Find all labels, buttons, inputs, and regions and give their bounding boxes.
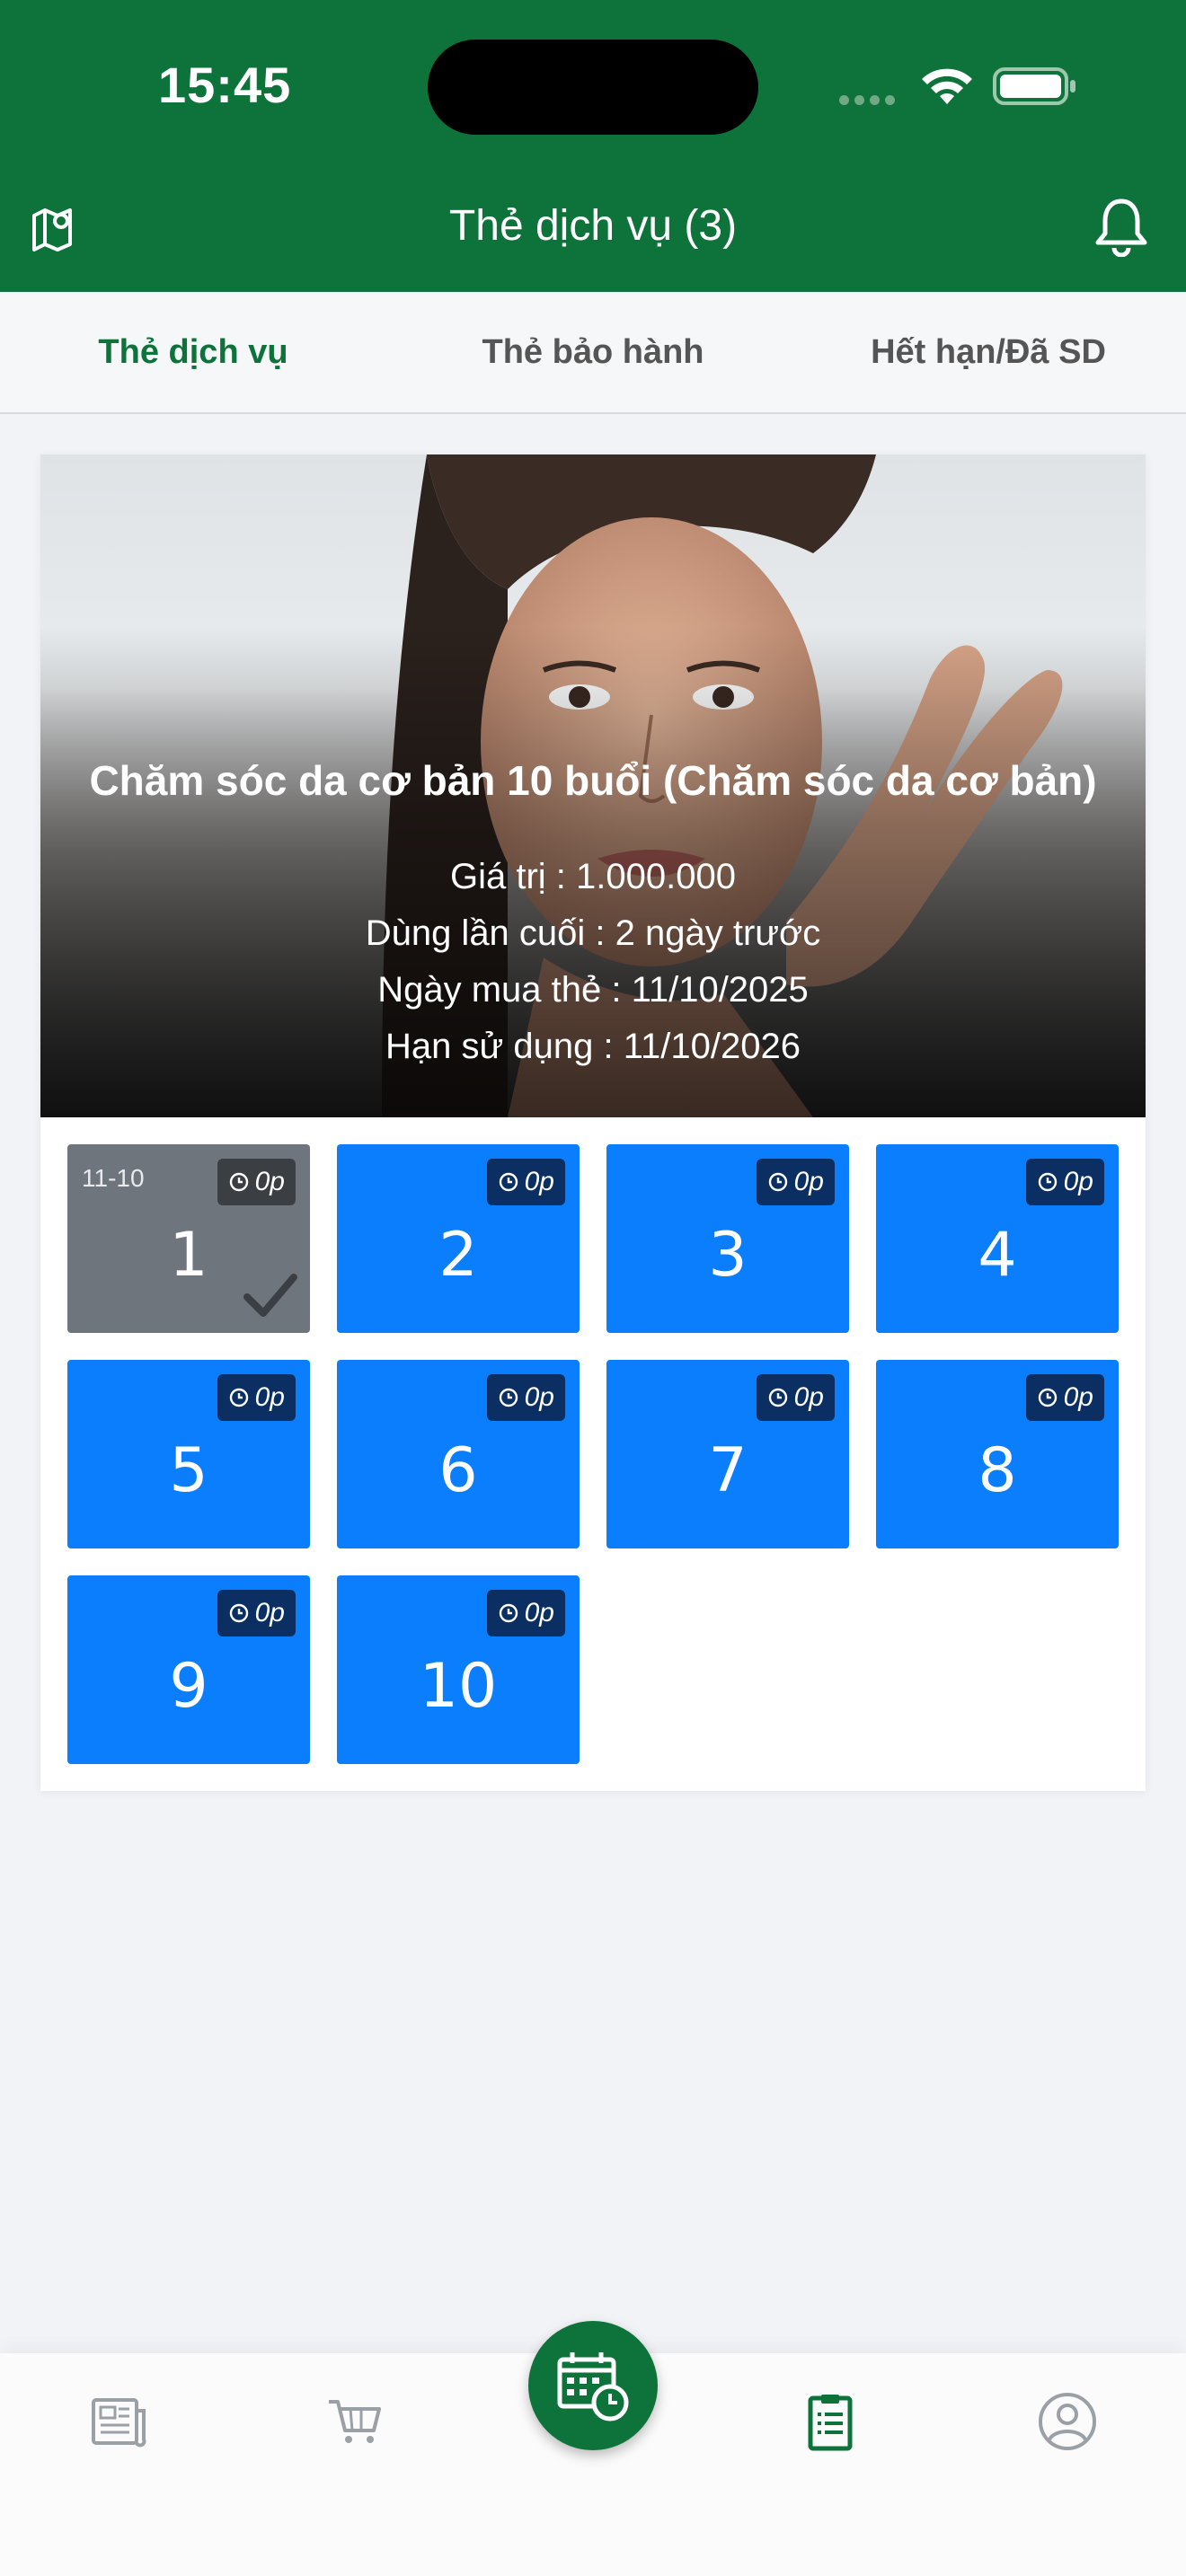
wifi-icon [922, 68, 972, 104]
user-circle-icon[interactable] [1035, 2389, 1100, 2454]
session-tile-3[interactable]: 0p 3 [606, 1144, 849, 1333]
bell-icon[interactable] [1093, 196, 1150, 257]
clock-icon [229, 1603, 248, 1623]
session-tile-1[interactable]: 11-10 0p 1 [67, 1144, 310, 1333]
card-hero: Chăm sóc da cơ bản 10 buổi (Chăm sóc da … [40, 454, 1146, 1117]
tab-service-cards[interactable]: Thẻ dịch vụ [0, 292, 386, 412]
duration-badge: 0p [1025, 1374, 1104, 1421]
clock-icon [768, 1388, 787, 1407]
session-number: 8 [978, 1435, 1017, 1506]
clock-icon [499, 1603, 518, 1623]
booking-fab-button[interactable] [528, 2321, 658, 2450]
duration-badge: 0p [217, 1374, 296, 1421]
dynamic-island [428, 40, 758, 135]
session-tile-2[interactable]: 0p 2 [337, 1144, 580, 1333]
session-number: 2 [438, 1220, 478, 1291]
card-expiry-date: Hạn sử dụng : 11/10/2026 [385, 1027, 801, 1066]
session-tile-9[interactable]: 0p 9 [67, 1575, 310, 1764]
app-header: 15:45 Thẻ dịch vụ (3) [0, 0, 1186, 292]
duration-badge: 0p [486, 1374, 565, 1421]
cart-icon[interactable] [323, 2389, 388, 2454]
card-last-used: Dùng lần cuối : 2 ngày trước [365, 913, 821, 953]
session-tile-4[interactable]: 0p 4 [876, 1144, 1119, 1333]
clipboard-list-icon[interactable] [798, 2389, 863, 2454]
session-number: 10 [419, 1651, 498, 1722]
calendar-clock-icon [557, 2352, 629, 2422]
session-number: 7 [708, 1435, 748, 1506]
clock-icon [499, 1172, 518, 1192]
duration-badge: 0p [1025, 1159, 1104, 1205]
duration-badge: 0p [217, 1590, 296, 1636]
session-number: 6 [438, 1435, 478, 1506]
news-icon[interactable] [86, 2389, 151, 2454]
session-tile-7[interactable]: 0p 7 [606, 1360, 849, 1548]
duration-badge: 0p [486, 1590, 565, 1636]
page-title: Thẻ dịch vụ (3) [448, 202, 738, 250]
status-time: 15:45 [158, 57, 292, 113]
battery-icon [993, 67, 1075, 105]
session-tile-8[interactable]: 0p 8 [876, 1360, 1119, 1548]
session-tile-6[interactable]: 0p 6 [337, 1360, 580, 1548]
clock-icon [229, 1388, 248, 1407]
tab-expired-used[interactable]: Hết hạn/Đã SD [791, 292, 1186, 412]
clock-icon [768, 1172, 787, 1192]
card-purchase-date: Ngày mua thẻ : 11/10/2025 [377, 970, 809, 1010]
session-number: 3 [708, 1220, 748, 1291]
duration-badge: 0p [756, 1159, 835, 1205]
clock-icon [499, 1388, 518, 1407]
session-date: 11-10 [82, 1164, 145, 1192]
duration-badge: 0p [756, 1374, 835, 1421]
signal-icon [839, 93, 900, 110]
tab-bar: Thẻ dịch vụ Thẻ bảo hành Hết hạn/Đã SD [0, 292, 1186, 414]
service-card[interactable]: Chăm sóc da cơ bản 10 buổi (Chăm sóc da … [40, 454, 1146, 1791]
duration-badge: 0p [217, 1159, 296, 1205]
session-number: 9 [169, 1651, 208, 1722]
session-number: 5 [169, 1435, 208, 1506]
checkmark-icon [243, 1274, 297, 1317]
card-value: Giá trị : 1.000.000 [450, 857, 736, 896]
clock-icon [1038, 1172, 1057, 1192]
duration-badge: 0p [486, 1159, 565, 1205]
session-tile-10[interactable]: 0p 10 [337, 1575, 580, 1764]
tab-warranty-cards[interactable]: Thẻ bảo hành [395, 292, 791, 412]
session-tile-5[interactable]: 0p 5 [67, 1360, 310, 1548]
card-title: Chăm sóc da cơ bản 10 buổi (Chăm sóc da … [89, 757, 1097, 804]
session-number: 4 [978, 1220, 1017, 1291]
clock-icon [229, 1172, 248, 1192]
clock-icon [1038, 1388, 1057, 1407]
